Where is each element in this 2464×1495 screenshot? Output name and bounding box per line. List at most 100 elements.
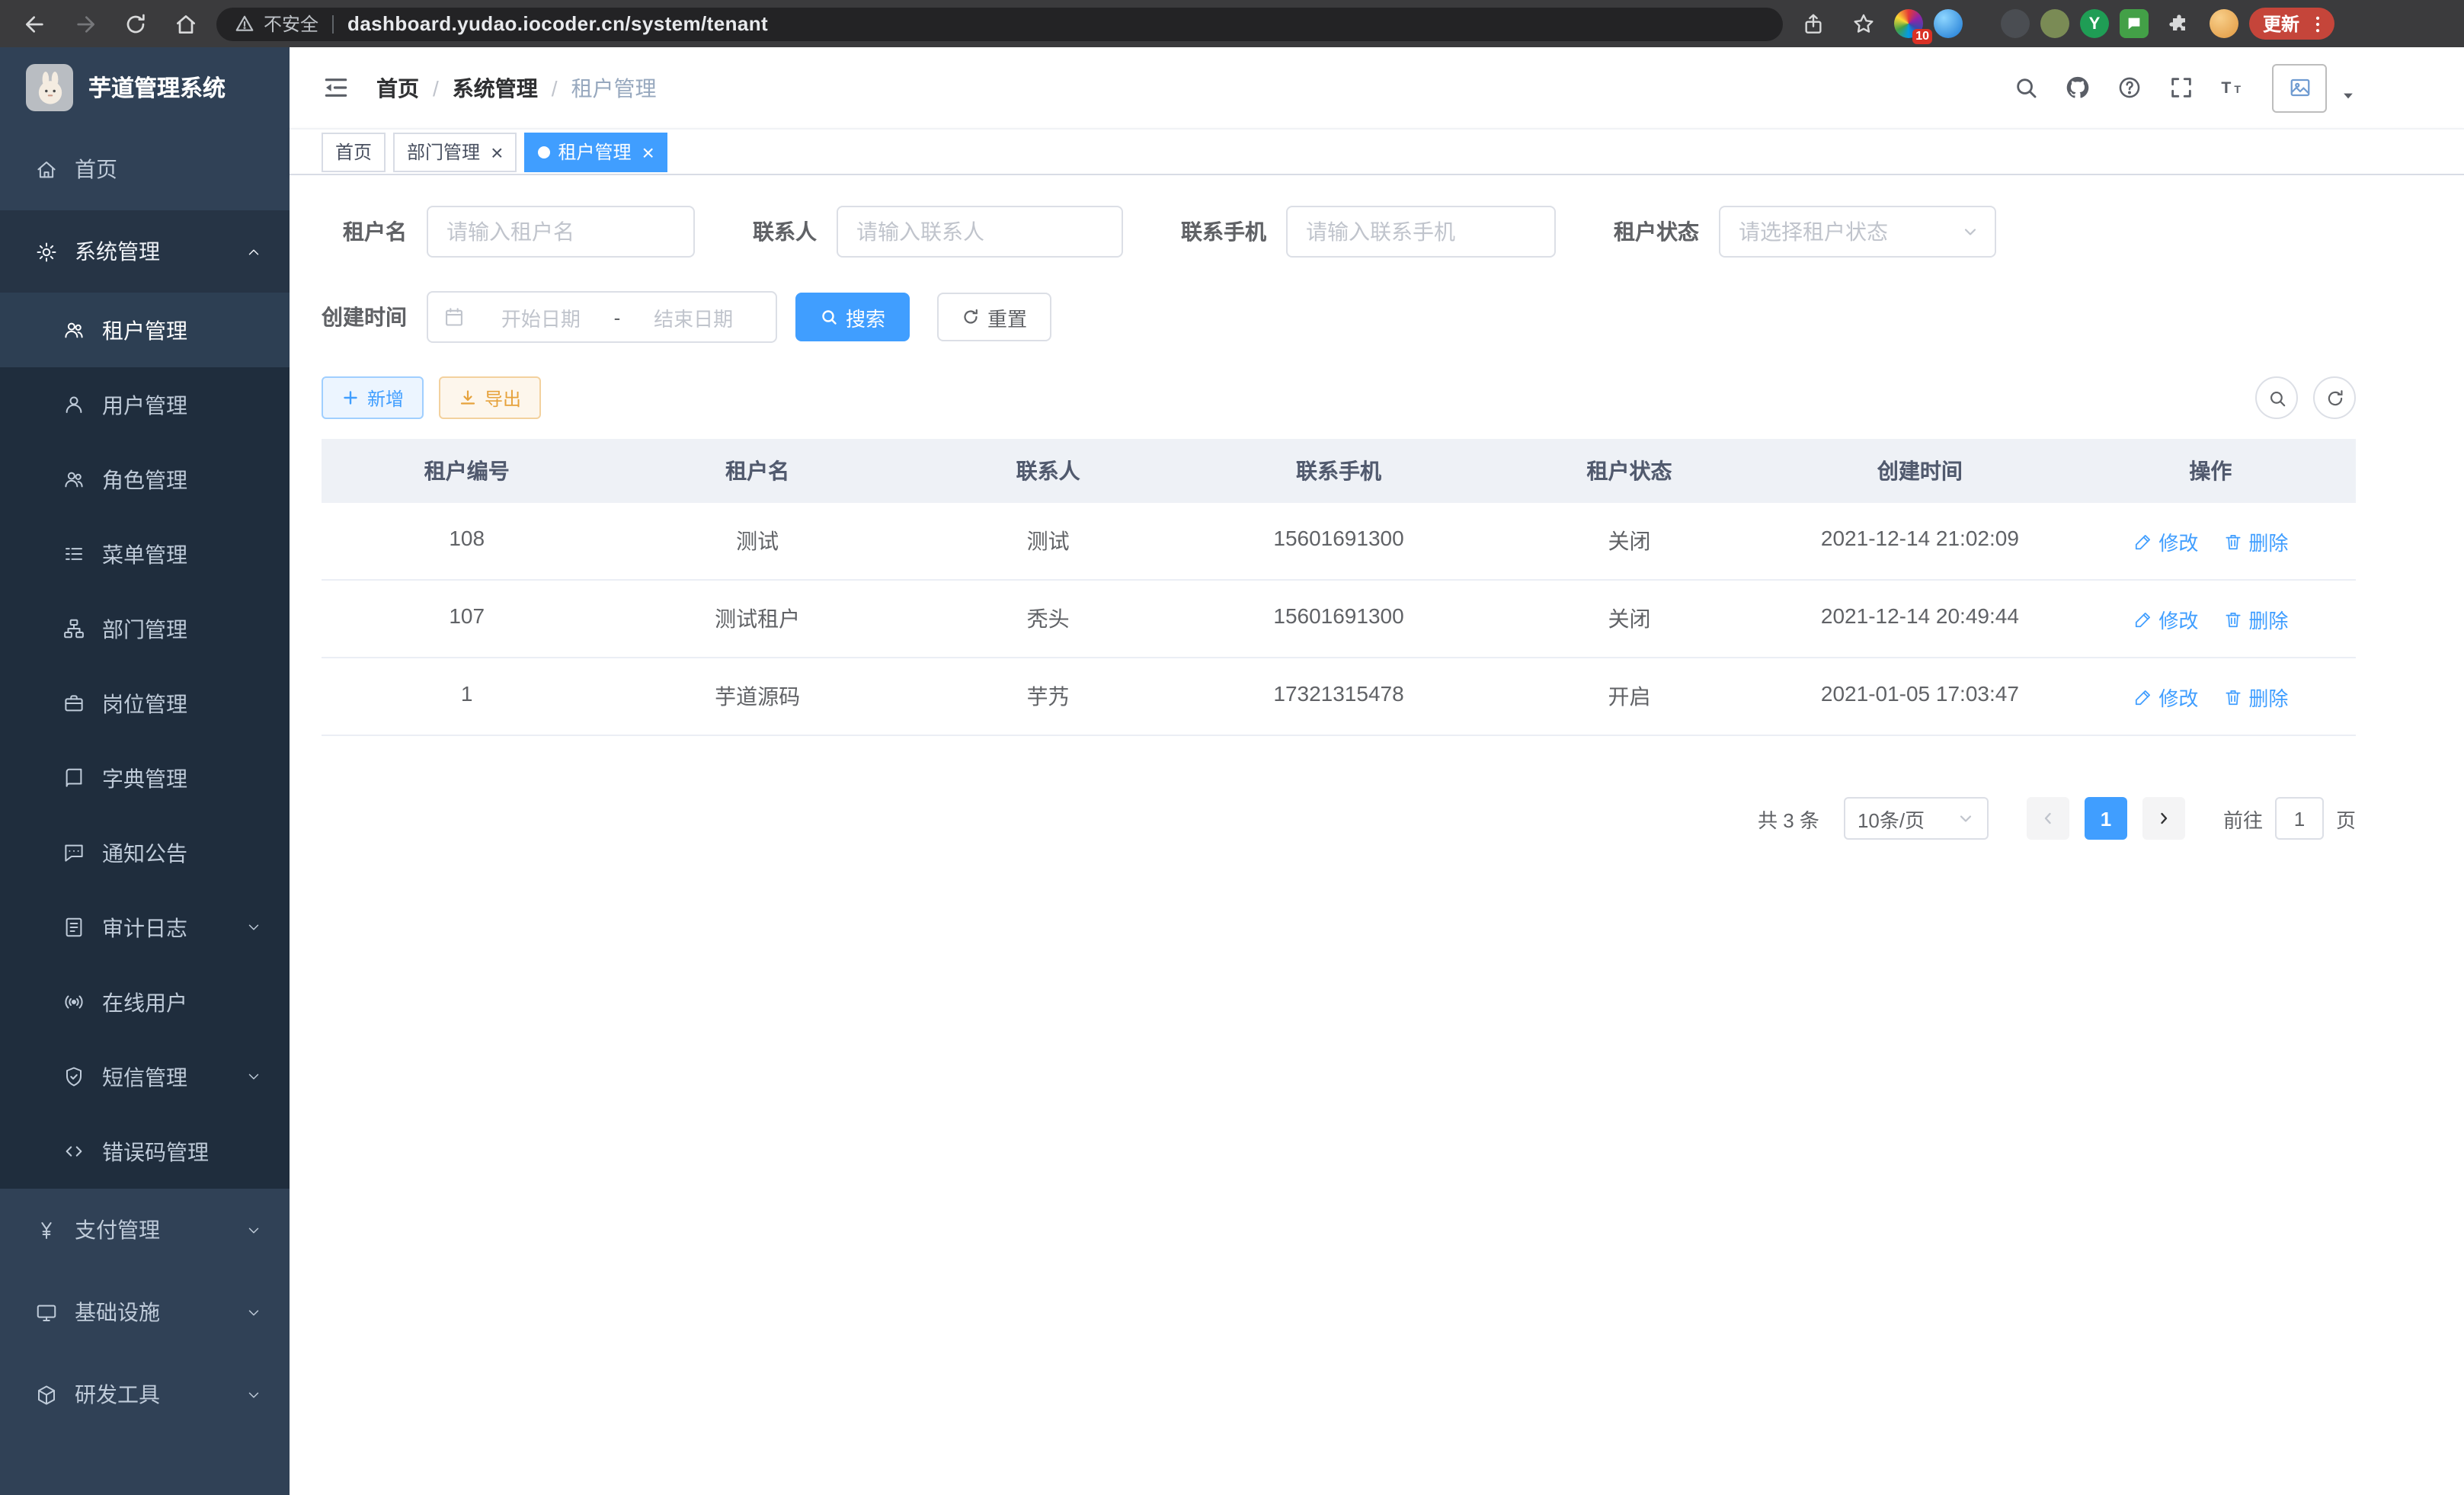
address-bar[interactable]: 不安全 dashboard.yudao.iocoder.cn/system/te…	[216, 7, 1783, 40]
export-button[interactable]: 导出	[439, 376, 541, 419]
back-icon[interactable]	[15, 5, 55, 42]
sidebar-item-label: 基础设施	[75, 1297, 160, 1327]
table-header-cell: 租户状态	[1484, 439, 1774, 503]
add-button[interactable]: 新增	[322, 376, 424, 419]
sidebar-item-label: 角色管理	[102, 464, 187, 495]
sidebar-item-pay[interactable]: 支付管理	[0, 1189, 290, 1271]
hide-search-button[interactable]	[2255, 376, 2298, 419]
sidebar-item-label: 系统管理	[75, 236, 160, 267]
reset-button-label: 重置	[987, 303, 1027, 331]
breadcrumb: 首页/系统管理/租户管理	[376, 72, 657, 103]
sidebar-item-notice[interactable]: 通知公告	[0, 815, 290, 890]
sidebar: 芋道管理系统 首页系统管理租户管理用户管理角色管理菜单管理部门管理岗位管理字典管…	[0, 47, 290, 1495]
sidebar-item-tools[interactable]: 研发工具	[0, 1353, 290, 1436]
browser-home-icon[interactable]	[166, 5, 206, 42]
profile-avatar[interactable]	[2210, 9, 2238, 38]
font-size-icon[interactable]: TT	[2220, 75, 2246, 101]
sidebar-item-post[interactable]: 岗位管理	[0, 666, 290, 741]
close-icon[interactable]: ×	[642, 141, 654, 162]
delete-link[interactable]: 删除	[2222, 527, 2288, 555]
extension-icon-1[interactable]: 10	[1894, 9, 1923, 38]
toolbar-right	[2240, 376, 2356, 419]
sidebar-item-label: 审计日志	[102, 912, 187, 943]
create-time-range-picker[interactable]: 开始日期 - 结束日期	[427, 291, 777, 343]
chevron-down-icon[interactable]	[2341, 88, 2356, 103]
warning-icon	[235, 14, 254, 34]
extension-icon-2[interactable]	[1934, 9, 1963, 38]
breadcrumb-item[interactable]: 系统管理	[453, 72, 538, 103]
tenant-name-input[interactable]	[427, 206, 695, 258]
code-icon	[61, 1139, 85, 1164]
edit-link[interactable]: 修改	[2133, 682, 2198, 711]
phone-input[interactable]	[1286, 206, 1556, 258]
delete-link[interactable]: 删除	[2222, 682, 2288, 711]
extensions-puzzle-icon[interactable]	[2159, 5, 2199, 42]
next-page-button[interactable]	[2142, 797, 2185, 840]
sidebar-item-tenant[interactable]: 租户管理	[0, 293, 290, 367]
contact-input[interactable]	[837, 206, 1123, 258]
close-icon[interactable]: ×	[491, 141, 503, 162]
tenant-status-select[interactable]: 请选择租户状态	[1719, 206, 1996, 258]
sidebar-item-label: 短信管理	[102, 1061, 187, 1092]
edit-link[interactable]: 修改	[2133, 527, 2198, 555]
sidebar-item-sms[interactable]: 短信管理	[0, 1039, 290, 1114]
edit-link[interactable]: 修改	[2133, 604, 2198, 633]
pagination: 共 3 条 10条/页 1 前往 页	[322, 797, 2356, 840]
search-icon[interactable]	[2013, 75, 2039, 101]
search-button[interactable]: 搜索	[795, 293, 910, 341]
menu-list-icon	[61, 542, 85, 566]
chrome-update-button[interactable]: 更新	[2249, 8, 2334, 40]
app-logo[interactable]: 芋道管理系统	[0, 47, 290, 128]
app-shell: 芋道管理系统 首页系统管理租户管理用户管理角色管理菜单管理部门管理岗位管理字典管…	[0, 47, 2464, 1495]
help-icon[interactable]	[2117, 75, 2142, 101]
sidebar-menu: 首页系统管理租户管理用户管理角色管理菜单管理部门管理岗位管理字典管理通知公告审计…	[0, 128, 290, 1436]
sidebar-item-audit[interactable]: 审计日志	[0, 890, 290, 965]
page-number-button[interactable]: 1	[2085, 797, 2127, 840]
tab-tenant[interactable]: 租户管理×	[524, 132, 667, 171]
table-cell: 108	[322, 503, 612, 579]
prev-page-button[interactable]	[2027, 797, 2069, 840]
table-header-cell: 操作	[2066, 439, 2356, 503]
extension-icon-3[interactable]	[2001, 9, 2030, 38]
user-avatar[interactable]	[2272, 63, 2327, 112]
goto-page-input[interactable]	[2275, 797, 2324, 840]
tab-dept[interactable]: 部门管理×	[393, 132, 517, 171]
extension-icon-4[interactable]	[2040, 9, 2069, 38]
table-cell: 芋道源码	[612, 658, 902, 735]
github-icon[interactable]	[2065, 75, 2091, 101]
edit-icon	[2133, 687, 2152, 706]
toolbar-buttons: 新增 导出	[322, 376, 541, 419]
sidebar-item-label: 在线用户	[102, 987, 187, 1017]
sidebar-item-infra[interactable]: 基础设施	[0, 1271, 290, 1353]
refresh-table-button[interactable]	[2313, 376, 2356, 419]
table-cell-operations: 修改删除	[2066, 503, 2356, 579]
sidebar-item-online[interactable]: 在线用户	[0, 965, 290, 1039]
table-body: 108测试测试15601691300关闭2021-12-14 21:02:09修…	[322, 503, 2356, 736]
reset-button[interactable]: 重置	[937, 293, 1051, 341]
page-size-select[interactable]: 10条/页	[1844, 797, 1989, 840]
sidebar-item-role[interactable]: 角色管理	[0, 442, 290, 517]
sidebar-item-dict[interactable]: 字典管理	[0, 741, 290, 815]
broadcast-icon	[61, 990, 85, 1014]
table-row: 108测试测试15601691300关闭2021-12-14 21:02:09修…	[322, 503, 2356, 581]
extension-icon-6[interactable]	[2120, 9, 2149, 38]
share-icon[interactable]	[1794, 5, 1833, 42]
forward-icon[interactable]	[66, 5, 105, 42]
top-navbar: 首页/系统管理/租户管理 TT	[290, 47, 2464, 128]
sidebar-item-home[interactable]: 首页	[0, 128, 290, 210]
fullscreen-icon[interactable]	[2168, 75, 2194, 101]
tab-home[interactable]: 首页	[322, 132, 386, 171]
sidebar-item-menu[interactable]: 菜单管理	[0, 517, 290, 591]
delete-link[interactable]: 删除	[2222, 604, 2288, 633]
breadcrumb-item[interactable]: 首页	[376, 72, 419, 103]
extension-icon-5[interactable]: Y	[2080, 9, 2109, 38]
sidebar-item-system[interactable]: 系统管理	[0, 210, 290, 293]
sidebar-item-dept[interactable]: 部门管理	[0, 591, 290, 666]
table-cell: 测试	[903, 503, 1193, 579]
sidebar-toggle-icon[interactable]	[322, 73, 350, 102]
sidebar-item-user[interactable]: 用户管理	[0, 367, 290, 442]
user-icon	[61, 392, 85, 417]
bookmark-star-icon[interactable]	[1844, 5, 1883, 42]
sidebar-item-errcode[interactable]: 错误码管理	[0, 1114, 290, 1189]
reload-icon[interactable]	[116, 5, 155, 42]
